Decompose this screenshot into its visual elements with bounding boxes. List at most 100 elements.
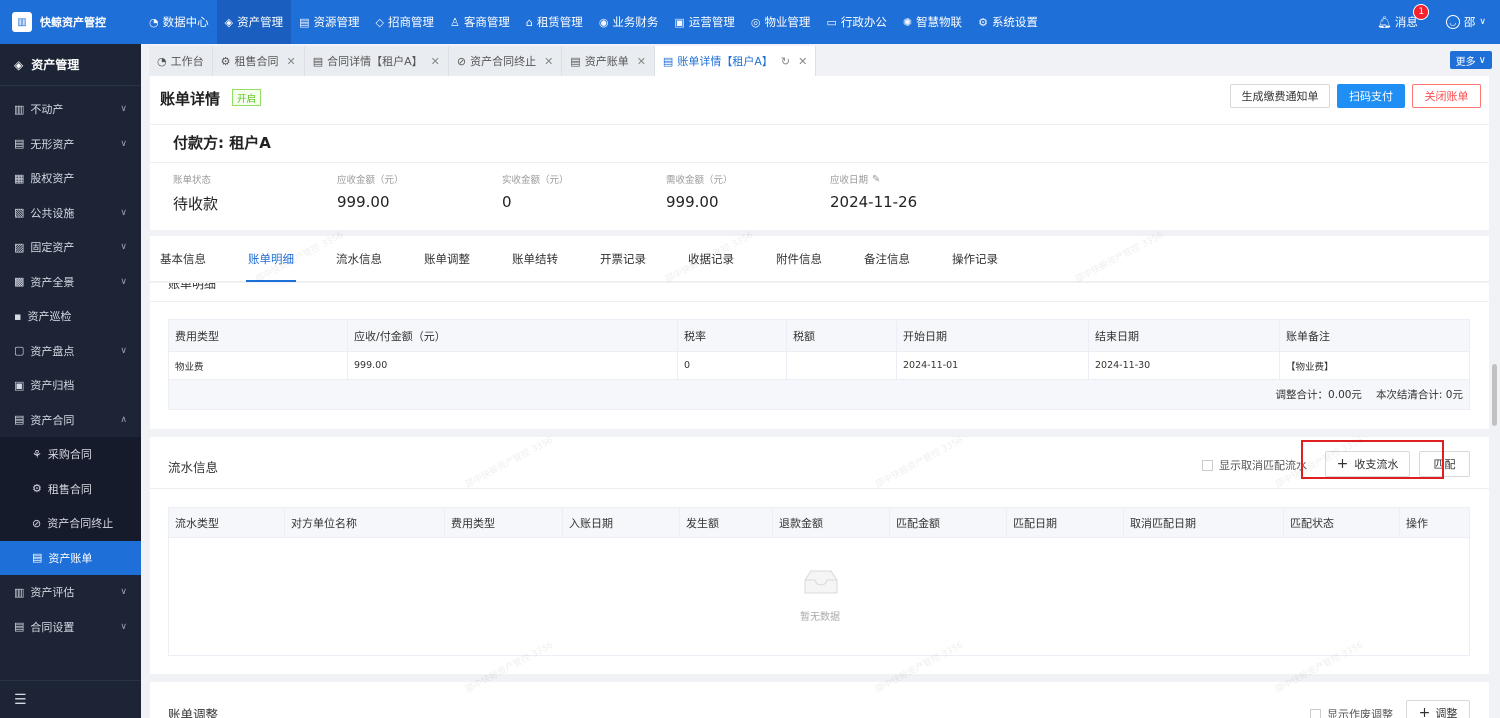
tab-invoice-records[interactable]: 开票记录	[600, 236, 646, 282]
nav-operation[interactable]: ▣ 运营管理	[666, 0, 742, 44]
show-unmatched-checkbox[interactable]: 显示取消匹配流水	[1202, 457, 1307, 473]
messages-button[interactable]: 🔔︎ 消息 1	[1377, 4, 1430, 30]
adjust-total: 调整合计：0.00元	[1275, 389, 1362, 401]
tab-bill-adjust[interactable]: 账单调整	[424, 236, 470, 282]
close-bill-button[interactable]: 关闭账单	[1412, 84, 1481, 108]
nav-lease[interactable]: ⌂ 租赁管理	[518, 0, 591, 44]
close-icon[interactable]: ✕	[798, 55, 807, 68]
nav-property[interactable]: ◎ 物业管理	[743, 0, 819, 44]
nav-customer[interactable]: ♙ 客商管理	[442, 0, 518, 44]
operation-icon: ▣	[674, 15, 685, 29]
user-menu[interactable]: ◡ 邵 ∨	[1445, 14, 1486, 30]
chevron-down-icon: ∨	[120, 621, 127, 632]
tab-operation-log[interactable]: 操作记录	[952, 236, 998, 282]
purchase-icon: ⚘	[32, 447, 42, 461]
tab-receipt-records[interactable]: 收据记录	[688, 236, 734, 282]
section-title: 流水信息	[168, 460, 219, 475]
column-header: 匹配金额	[889, 507, 1007, 538]
sidebar-subitem-contract-terminate[interactable]: ⊘ 资产合同终止	[0, 506, 141, 541]
sidebar-item-intangible[interactable]: ▤ 无形资产 ∨	[0, 127, 141, 162]
tab-flow-info[interactable]: 流水信息	[336, 236, 382, 282]
resource-icon: ▤	[299, 15, 310, 29]
menu-collapse-icon: ☰	[14, 691, 27, 708]
sidebar-item-contract[interactable]: ▤ 资产合同 ∧	[0, 403, 141, 438]
payer-title: 付款方: 租户A	[173, 134, 271, 152]
scrollbar[interactable]	[1492, 364, 1497, 426]
sidebar-item-archive[interactable]: ▣ 资产归档	[0, 368, 141, 403]
cube-icon: ◈	[14, 57, 24, 72]
edit-icon[interactable]: ✎	[872, 174, 880, 185]
empty-box-icon	[804, 570, 838, 594]
nav-data-center[interactable]: ◔ 数据中心	[141, 0, 217, 44]
tab-contract-terminate[interactable]: ⊘ 资产合同终止 ✕	[448, 46, 563, 76]
home-icon: ⌂	[525, 15, 533, 29]
tab-asset-bill[interactable]: ▤ 资产账单 ✕	[562, 46, 655, 76]
tab-attachments[interactable]: 附件信息	[776, 236, 822, 282]
bill-header: 账单详情 开启 生成缴费通知单 扫码支付 关闭账单 付款方: 租户A 账单状态待…	[150, 76, 1489, 230]
sidebar-subitem-purchase-contract[interactable]: ⚘ 采购合同	[0, 437, 141, 472]
nav-asset-management[interactable]: ◈ 资产管理	[216, 0, 292, 44]
stat-receivable: 应收金额（元） 999.00	[337, 175, 404, 211]
sidebar-item-fixed-asset[interactable]: ▨ 固定资产 ∨	[0, 230, 141, 265]
sidebar-item-equity[interactable]: ▦ 股权资产	[0, 161, 141, 196]
tab-workbench[interactable]: ◔ 工作台	[149, 46, 213, 76]
tabs-more-button[interactable]: 更多 ∨	[1449, 51, 1492, 69]
column-header: 操作	[1399, 507, 1470, 538]
tab-bill-detail[interactable]: ▤ 账单详情【租户A】 ↻ ✕	[654, 46, 817, 76]
column-header: 税额	[786, 319, 897, 352]
nav-resource[interactable]: ▤ 资源管理	[291, 0, 367, 44]
sidebar-item-panorama[interactable]: ▩ 资产全景 ∨	[0, 265, 141, 300]
sidebar-collapse-button[interactable]: ☰	[0, 680, 141, 718]
flow-table: 流水类型 对方单位名称 费用类型 入账日期 发生额 退款金额 匹配金额 匹配日期…	[168, 507, 1470, 538]
app-logo[interactable]: ▥ 快鲸资产管控	[0, 0, 141, 44]
chevron-down-icon: ∨	[120, 345, 127, 356]
plus-icon: +	[1418, 705, 1431, 718]
tab-bill-detail-items[interactable]: 账单明细	[246, 236, 296, 282]
tab-contract-detail[interactable]: ▤ 合同详情【租户A】 ✕	[304, 46, 449, 76]
settle-total: 本次结清合计: 0元	[1375, 389, 1463, 401]
building-icon: ▥	[12, 12, 32, 32]
book-icon: ▤	[14, 137, 25, 151]
refresh-icon[interactable]: ↻	[781, 55, 790, 68]
sidebar-item-inventory[interactable]: ▢ 资产盘点 ∨	[0, 334, 141, 369]
show-void-checkbox[interactable]: 显示作废调整	[1310, 706, 1393, 718]
divider	[150, 488, 1489, 489]
chevron-down-icon: ∨	[120, 587, 127, 598]
close-icon[interactable]: ✕	[637, 55, 646, 68]
nav-office[interactable]: ▭ 行政办公	[818, 0, 894, 44]
nav-merchant[interactable]: ◇ 招商管理	[367, 0, 441, 44]
terminate-icon: ⊘	[456, 54, 467, 68]
tab-bill-carryover[interactable]: 账单结转	[512, 236, 558, 282]
sidebar-item-evaluate[interactable]: ▥ 资产评估 ∨	[0, 575, 141, 610]
tab-basic-info[interactable]: 基本信息	[160, 236, 206, 282]
sidebar-item-real-estate[interactable]: ▥ 不动产 ∨	[0, 92, 141, 127]
bell-icon: 🔔︎	[1377, 15, 1392, 29]
scan-pay-button[interactable]: 扫码支付	[1337, 84, 1405, 108]
dashboard-icon: ◔	[157, 54, 167, 68]
bill-detail-summary: 调整合计：0.00元 本次结清合计: 0元	[168, 379, 1470, 410]
bill-detail-table: 费用类型 应收/付金额（元） 税率 税额 开始日期 结束日期 账单备注 物业费 …	[168, 319, 1470, 380]
building-icon: ▥	[14, 102, 25, 116]
sidebar-item-inspection[interactable]: ▪ 资产巡检	[0, 299, 141, 334]
page-tabs: ◔ 工作台 ⚙ 租售合同 ✕ ▤ 合同详情【租户A】 ✕ ⊘ 资产合同终止 ✕ ▤ 资产账单 ✕ …	[141, 44, 1500, 76]
adjust-section: 账单调整 显示作废调整 + 调整	[150, 682, 1489, 718]
sidebar-item-facility[interactable]: ▧ 公共设施 ∨	[0, 196, 141, 231]
add-adjust-button[interactable]: + 调整	[1406, 700, 1470, 718]
generate-notice-button[interactable]: 生成缴费通知单	[1230, 84, 1330, 108]
close-icon[interactable]: ✕	[431, 55, 440, 68]
sidebar-subitem-lease-contract[interactable]: ⚙ 租售合同	[0, 471, 141, 506]
chevron-down-icon: ∨	[120, 276, 127, 287]
sidebar-item-contract-settings[interactable]: ▤ 合同设置 ∨	[0, 610, 141, 645]
status-badge: 开启	[232, 89, 262, 106]
tab-remarks[interactable]: 备注信息	[864, 236, 910, 282]
close-icon[interactable]: ✕	[544, 55, 553, 68]
nav-finance[interactable]: ◉ 业务财务	[591, 0, 667, 44]
chevron-up-icon: ∧	[120, 414, 127, 425]
contract-settings-icon: ▤	[14, 620, 25, 634]
sidebar-subitem-asset-bill[interactable]: ▤ 资产账单	[0, 540, 141, 575]
office-icon: ▭	[826, 15, 837, 29]
nav-iot[interactable]: ✺ 智慧物联	[895, 0, 970, 44]
close-icon[interactable]: ✕	[286, 55, 295, 68]
tab-lease-contract[interactable]: ⚙ 租售合同 ✕	[212, 46, 305, 76]
nav-settings[interactable]: ⚙ 系统设置	[970, 0, 1046, 44]
